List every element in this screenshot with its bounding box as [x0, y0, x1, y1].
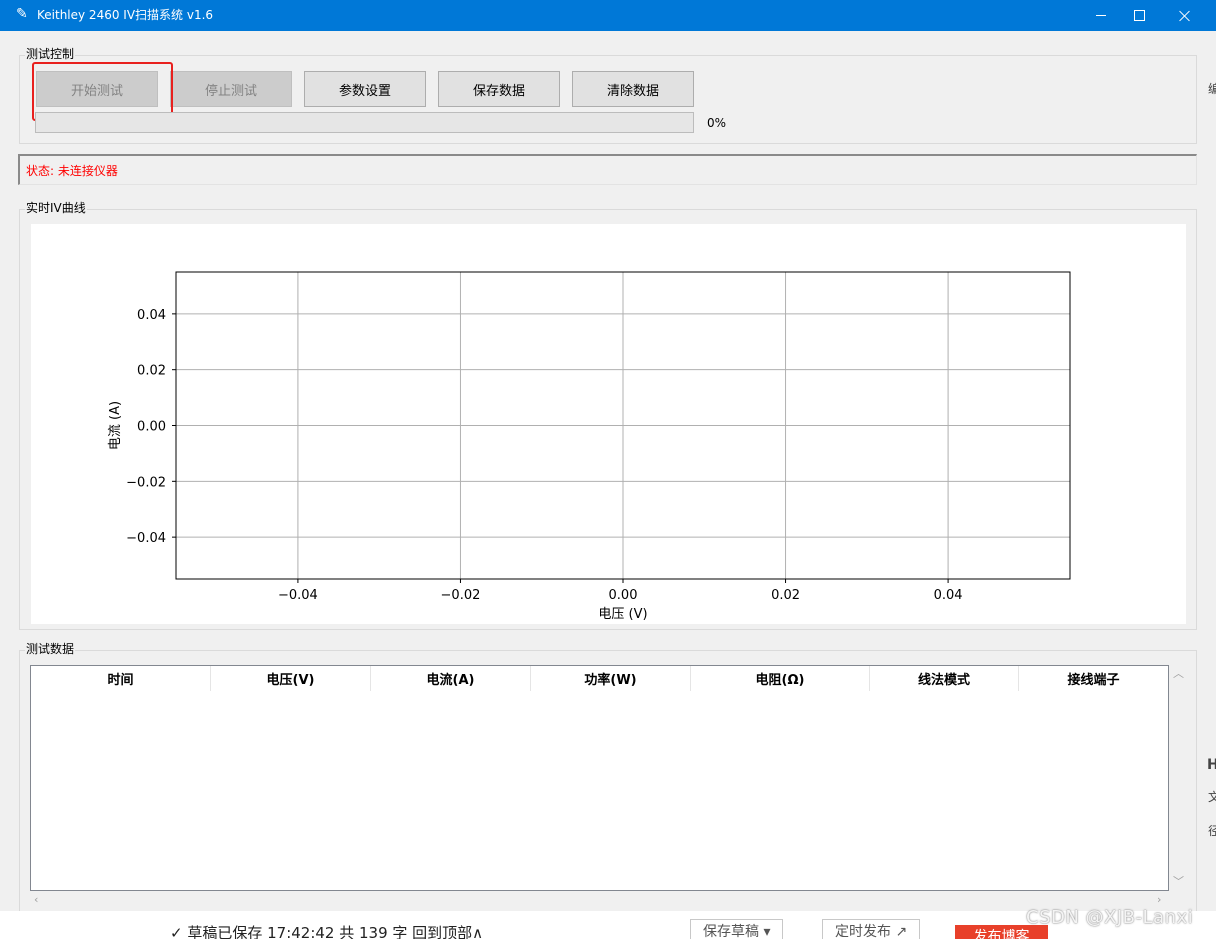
save-draft-button[interactable]: 保存草稿 ▾ — [690, 919, 784, 939]
y-tick-label: −0.04 — [126, 531, 166, 546]
x-tick-label: −0.04 — [278, 588, 318, 603]
title-bar: ✎ Keithley 2460 IV扫描系统 v1.6 — [0, 0, 1216, 31]
control-group-label: 测试控制 — [25, 47, 76, 61]
progress-percent: 0% — [707, 116, 727, 130]
chart-group-label: 实时IV曲线 — [25, 201, 87, 215]
data-table[interactable]: 时间 电压(V) 电流(A) 功率(W) 电阻(Ω) 线法模式 接线端子 — [30, 665, 1169, 891]
scroll-right-icon[interactable]: › — [1157, 894, 1161, 906]
schedule-publish-button[interactable]: 定时发布 ↗ — [822, 919, 921, 939]
column-header-resistance[interactable]: 电阻(Ω) — [691, 666, 870, 691]
close-button[interactable] — [1162, 0, 1208, 31]
save-data-button[interactable]: 保存数据 — [438, 71, 560, 107]
background-status-text: ✓ 草稿已保存 17:42:42 共 139 字 回到顶部∧ — [170, 924, 484, 939]
background-edge-glyph: 文 — [1208, 790, 1216, 804]
column-header-voltage[interactable]: 电压(V) — [211, 666, 371, 691]
y-tick-label: 0.00 — [137, 420, 166, 435]
parameter-settings-button[interactable]: 参数设置 — [304, 71, 426, 107]
y-tick-label: 0.02 — [137, 364, 166, 379]
column-header-terminal[interactable]: 接线端子 — [1019, 666, 1168, 691]
window-title: Keithley 2460 IV扫描系统 v1.6 — [37, 8, 214, 22]
column-header-current[interactable]: 电流(A) — [371, 666, 531, 691]
x-tick-label: 0.00 — [609, 588, 638, 603]
maximize-button[interactable] — [1116, 0, 1162, 31]
csdn-watermark: CSDN @XJB-Lanxi — [1026, 907, 1194, 928]
column-header-time[interactable]: 时间 — [31, 666, 211, 691]
table-horizontal-scrollbar[interactable]: ‹ › — [30, 891, 1169, 908]
data-group-label: 测试数据 — [25, 642, 76, 656]
status-bar: 状态: 未连接仪器 — [18, 154, 1197, 185]
feather-icon: ✎ — [16, 6, 28, 22]
column-header-power[interactable]: 功率(W) — [531, 666, 691, 691]
y-tick-label: −0.02 — [126, 475, 166, 490]
scroll-up-icon[interactable]: ︿ — [1173, 668, 1184, 680]
iv-chart: −0.04 −0.02 0.00 0.02 0.04 −0.04 −0.02 0.00 0.0… — [108, 271, 1071, 622]
background-edge-glyph: H — [1207, 757, 1216, 773]
x-axis-label: 电压 (V) — [598, 607, 647, 622]
table-vertical-scrollbar[interactable]: ︿ ﹀ — [1170, 665, 1186, 891]
clear-data-button[interactable]: 清除数据 — [572, 71, 694, 107]
status-text: 状态: 未连接仪器 — [26, 164, 118, 178]
background-edge-glyph: 编 — [1208, 82, 1216, 96]
x-tick-label: 0.02 — [771, 588, 800, 603]
table-header: 时间 电压(V) 电流(A) 功率(W) 电阻(Ω) 线法模式 接线端子 — [31, 666, 1168, 691]
column-header-wiring-mode[interactable]: 线法模式 — [870, 666, 1019, 691]
background-edge-glyph: 径 — [1208, 824, 1216, 838]
progress-bar — [35, 112, 694, 133]
y-axis-label: 电流 (A) — [108, 401, 123, 450]
maximize-icon — [1133, 10, 1145, 21]
close-icon — [1179, 10, 1191, 22]
scroll-left-icon[interactable]: ‹ — [34, 894, 38, 906]
chart-canvas: −0.04 −0.02 0.00 0.02 0.04 −0.04 −0.02 0.00 0.0… — [31, 224, 1186, 624]
x-tick-label: −0.02 — [441, 588, 481, 603]
x-tick-label: 0.04 — [934, 588, 963, 603]
scroll-down-icon[interactable]: ﹀ — [1173, 876, 1184, 888]
y-tick-label: 0.04 — [137, 308, 166, 323]
minimize-icon — [1096, 15, 1106, 16]
stop-test-button[interactable]: 停止测试 — [170, 71, 292, 107]
